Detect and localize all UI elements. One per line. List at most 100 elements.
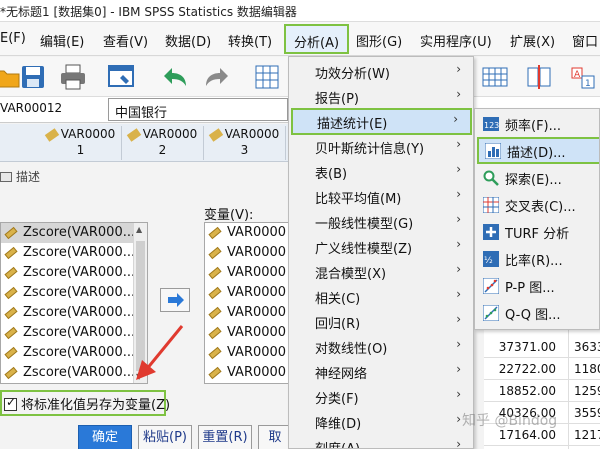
descriptive-statistics-submenu: 123 频率(F)... 描述(D)... 探索(E)... 交叉表(C)...… <box>474 108 600 330</box>
submenu-item-descriptives[interactable]: 描述(D)... <box>477 137 599 164</box>
menu-item-generalized-linear-models[interactable]: 广义线性模型(Z) › <box>289 233 473 260</box>
scroll-up-icon[interactable]: ▲ <box>136 225 142 234</box>
submenu-arrow-icon: › <box>456 287 461 301</box>
menu-item-correlate[interactable]: 相关(C) › <box>289 283 473 310</box>
menu-analyze[interactable]: 分析(A) <box>284 24 350 54</box>
scale-variable-icon <box>208 266 222 279</box>
menu-data[interactable]: 数据(D) <box>165 31 211 50</box>
submenu-item-ratio[interactable]: ½ 比率(R)... <box>475 245 599 272</box>
menu-item-dimension-reduction[interactable]: 降维(D) › <box>289 408 473 435</box>
submenu-item-qq-plot[interactable]: Q-Q 图... <box>475 299 599 326</box>
menu-graphs[interactable]: 图形(G) <box>356 31 402 50</box>
menu-item-compare-means[interactable]: 比较平均值(M) › <box>289 183 473 210</box>
menu-item-general-linear-model[interactable]: 一般线性模型(G) › <box>289 208 473 235</box>
ok-button[interactable]: 确定 <box>78 425 132 449</box>
list-item[interactable]: Zscore(VAR000... <box>1 303 147 323</box>
descriptives-dialog: 描述 Zscore(VAR000... Zscore(VAR000... Zsc… <box>0 162 292 449</box>
menu-window[interactable]: 窗口 <box>572 31 598 50</box>
column-header[interactable]: VAR0000 1 <box>40 126 122 160</box>
goto-case-icon[interactable] <box>252 62 282 92</box>
menu-item-descriptive-statistics[interactable]: 描述统计(E) › <box>291 108 472 135</box>
list-item[interactable]: VAR0000 <box>205 343 291 363</box>
scale-variable-icon <box>4 286 18 299</box>
menu-item-bayesian[interactable]: 贝叶斯统计信息(Y) › <box>289 133 473 160</box>
menu-item-classify[interactable]: 分类(F) › <box>289 383 473 410</box>
menu-item-mixed-models[interactable]: 混合模型(X) › <box>289 258 473 285</box>
reset-button[interactable]: 重置(R) <box>198 425 252 449</box>
submenu-arrow-icon: › <box>456 387 461 401</box>
menu-edit[interactable]: 编辑(E) <box>40 31 84 50</box>
list-item[interactable]: VAR0000 <box>205 243 291 263</box>
print-icon[interactable] <box>58 62 88 92</box>
split-file-icon[interactable] <box>524 62 554 92</box>
menu-extensions[interactable]: 扩展(X) <box>510 31 555 50</box>
submenu-item-frequencies[interactable]: 123 频率(F)... <box>475 110 599 137</box>
dialog-recall-icon[interactable] <box>106 62 136 92</box>
explore-icon <box>483 170 499 186</box>
list-item[interactable]: Zscore(VAR000... <box>1 263 147 283</box>
column-header[interactable]: VAR0000 3 <box>204 126 286 160</box>
annotation-arrow-icon <box>136 325 184 380</box>
list-item[interactable]: Zscore(VAR000... <box>1 323 147 343</box>
scale-ruler-icon <box>44 127 59 142</box>
list-item[interactable]: Zscore(VAR000... <box>1 283 147 303</box>
submenu-arrow-icon: › <box>456 362 461 376</box>
list-item[interactable]: VAR0000 <box>205 303 291 323</box>
cancel-button[interactable]: 取 <box>258 425 292 449</box>
table-row[interactable]: 18852.001259 <box>484 380 600 402</box>
menu-item-neural-networks[interactable]: 神经网络 › <box>289 358 473 385</box>
turf-icon <box>483 224 499 240</box>
list-item[interactable]: Zscore(VAR000... <box>1 343 147 363</box>
checkbox-checked-icon[interactable] <box>4 395 17 411</box>
save-standardized-checkbox[interactable]: 将标准化值另存为变量(Z) <box>0 390 170 416</box>
undo-icon[interactable] <box>160 62 190 92</box>
menu-item-tables[interactable]: 表(B) › <box>289 158 473 185</box>
scale-variable-icon <box>208 306 222 319</box>
menu-utilities[interactable]: 实用程序(U) <box>420 31 492 50</box>
list-item[interactable]: Zscore(VAR000... <box>1 363 147 383</box>
list-item[interactable]: VAR0000 <box>205 363 291 383</box>
analyze-menu: 功效分析(W) › 报告(P) › 描述统计(E) › 贝叶斯统计信息(Y) › 表(B… <box>288 56 474 449</box>
list-item[interactable]: VAR0000 <box>205 223 291 243</box>
scale-variable-icon <box>208 326 222 339</box>
list-item[interactable]: Zscore(VAR000... <box>1 223 147 243</box>
submenu-arrow-icon: › <box>456 337 461 351</box>
list-item[interactable]: Zscore(VAR000... <box>1 243 147 263</box>
table-row[interactable]: 22722.001180 <box>484 358 600 380</box>
menu-transform[interactable]: 转换(T) <box>228 31 272 50</box>
menu-item-power-analysis[interactable]: 功效分析(W) › <box>289 58 473 85</box>
submenu-item-crosstabs[interactable]: 交叉表(C)... <box>475 191 599 218</box>
move-variable-button[interactable] <box>160 288 190 312</box>
list-item[interactable]: VAR0000 <box>205 263 291 283</box>
list-item[interactable]: VAR0000 <box>205 323 291 343</box>
menu-item-regression[interactable]: 回归(R) › <box>289 308 473 335</box>
menu-item-loglinear[interactable]: 对数线性(O) › <box>289 333 473 360</box>
window-title: *无标题1 [数据集0] - IBM SPSS Statistics 数据编辑器 <box>0 5 297 19</box>
crosstabs-icon <box>483 197 499 213</box>
paste-button[interactable]: 粘贴(P) <box>138 425 192 449</box>
table-row[interactable]: 37371.003633 <box>484 336 600 358</box>
column-header[interactable]: VAR0000 2 <box>122 126 204 160</box>
submenu-item-explore[interactable]: 探索(E)... <box>475 164 599 191</box>
menu-item-scale[interactable]: 刻度(A)› <box>289 433 473 448</box>
submenu-item-turf[interactable]: TURF 分析 <box>475 218 599 245</box>
list-item[interactable]: VAR0000 <box>205 283 291 303</box>
data-grid-icon[interactable] <box>480 62 510 92</box>
submenu-arrow-icon: › <box>456 62 461 76</box>
menu-item-reports[interactable]: 报告(P) › <box>289 83 473 110</box>
source-variable-list[interactable]: Zscore(VAR000... Zscore(VAR000... Zscore… <box>0 222 148 384</box>
scale-variable-icon <box>208 346 222 359</box>
value-labels-icon[interactable]: A1 <box>568 62 598 92</box>
save-icon[interactable] <box>18 62 48 92</box>
svg-text:½: ½ <box>484 256 493 266</box>
redo-icon[interactable] <box>202 62 232 92</box>
menu-file[interactable]: E(F) <box>0 31 26 46</box>
cell-value-field[interactable]: 中国银行 <box>108 98 288 121</box>
submenu-arrow-icon: › <box>456 87 461 101</box>
scale-variable-icon <box>4 326 18 339</box>
selected-variable-list[interactable]: VAR0000 VAR0000 VAR0000 VAR0000 VAR0000 … <box>204 222 292 384</box>
submenu-arrow-icon: › <box>456 312 461 326</box>
menu-view[interactable]: 查看(V) <box>103 31 148 50</box>
submenu-item-pp-plot[interactable]: P-P 图... <box>475 272 599 299</box>
title-bar: *无标题1 [数据集0] - IBM SPSS Statistics 数据编辑器 <box>0 0 600 22</box>
